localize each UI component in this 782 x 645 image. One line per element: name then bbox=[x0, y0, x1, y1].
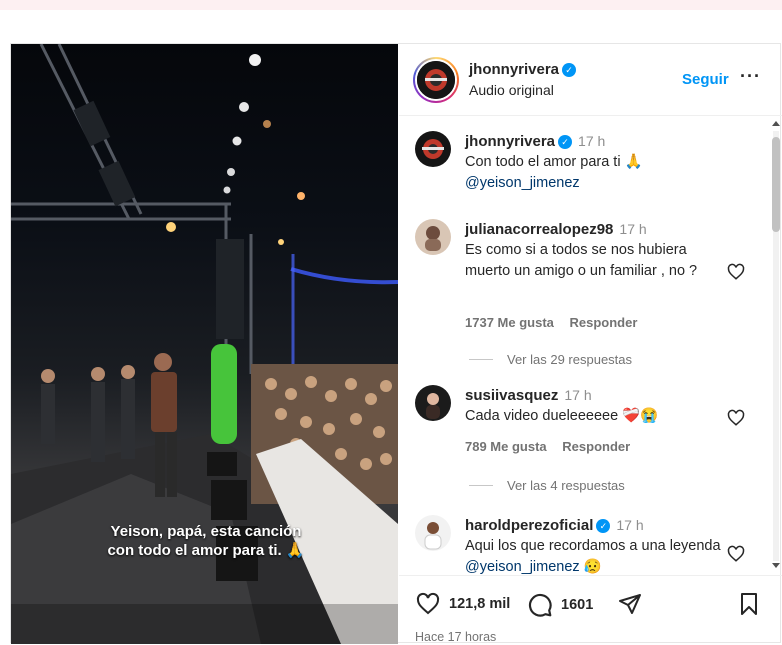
comment-body: julianacorrealopez98 17 h Es como si a to… bbox=[465, 219, 735, 282]
view-replies-button[interactable]: Ver las 4 respuestas bbox=[469, 478, 625, 493]
comment-meta: 1737 Me gusta Responder bbox=[465, 315, 649, 330]
comment-emoji: 😥 bbox=[583, 559, 602, 575]
scroll-thumb[interactable] bbox=[772, 137, 780, 232]
scroll-up-arrow-icon[interactable] bbox=[772, 121, 780, 126]
bookmark-icon bbox=[741, 593, 757, 615]
replies-divider bbox=[469, 485, 493, 486]
author-username[interactable]: jhonnyrivera bbox=[469, 61, 559, 78]
reply-button[interactable]: Responder bbox=[570, 315, 638, 330]
commenter-username[interactable]: susiivasquez bbox=[465, 387, 558, 404]
comment-time: 17 h bbox=[616, 517, 644, 533]
paper-plane-icon bbox=[619, 594, 641, 614]
verified-badge-icon: ✓ bbox=[562, 63, 577, 77]
instagram-post-modal: Yeison, papá, esta canción con todo el a… bbox=[10, 43, 782, 644]
commenter-username[interactable]: julianacorrealopez98 bbox=[465, 221, 613, 238]
like-comment-heart-icon[interactable] bbox=[727, 545, 745, 563]
like-comment-heart-icon[interactable] bbox=[727, 409, 745, 427]
comment-time: 17 h bbox=[619, 221, 647, 237]
mention-link[interactable]: @yeison_jimenez bbox=[465, 559, 580, 575]
audio-original-link[interactable]: Audio original bbox=[469, 82, 554, 98]
comment-body: susiivasquez 17 h Cada video dueleeeeee ❤… bbox=[465, 385, 735, 427]
commenter-avatar[interactable] bbox=[415, 219, 451, 255]
comment-count: 1601 bbox=[561, 597, 594, 613]
comments-scrollbar[interactable] bbox=[770, 117, 782, 575]
like-comment-heart-icon[interactable] bbox=[727, 263, 745, 281]
comment-time: 17 h bbox=[578, 133, 606, 149]
caption-line-1: Yeison, papá, esta canción bbox=[110, 523, 302, 540]
commenter-avatar[interactable] bbox=[415, 515, 451, 551]
verified-badge-icon: ✓ bbox=[558, 135, 573, 149]
comment-body: jhonnyrivera ✓ 17 h Con todo el amor para … bbox=[465, 131, 735, 194]
post-video[interactable]: Yeison, papá, esta canción con todo el a… bbox=[11, 44, 398, 644]
comment-text-part: Aqui los que recordamos a una leyenda bbox=[465, 538, 721, 554]
comment-body: haroldperezoficial ✓ 17 h Aqui los que rec… bbox=[465, 515, 735, 575]
comment-likes[interactable]: 1737 Me gusta bbox=[465, 315, 554, 330]
comment-text: Cada video dueleeeeee ❤️‍🩹😭 bbox=[465, 408, 659, 424]
post-timestamp: Hace 17 horas bbox=[415, 630, 497, 644]
commenter-username[interactable]: jhonnyrivera bbox=[465, 133, 555, 150]
stage-lights bbox=[166, 54, 305, 245]
browser-top-strip bbox=[0, 0, 782, 10]
follow-button[interactable]: Seguir bbox=[682, 71, 729, 88]
comment-time: 17 h bbox=[564, 387, 592, 403]
post-header: jhonnyrivera ✓ Audio original Seguir ··· bbox=[399, 44, 782, 116]
share-button[interactable] bbox=[617, 592, 643, 616]
view-replies-label: Ver las 29 respuestas bbox=[507, 352, 633, 367]
commenter-username[interactable]: haroldperezoficial bbox=[465, 517, 593, 534]
save-button[interactable] bbox=[738, 592, 760, 616]
verified-badge-icon: ✓ bbox=[596, 519, 611, 533]
commenter-avatar[interactable] bbox=[415, 131, 451, 167]
caption-line-2: con todo el amor para ti. 🙏 bbox=[107, 542, 305, 559]
comment-button[interactable]: 1601 bbox=[527, 592, 593, 618]
replies-divider bbox=[469, 359, 493, 360]
mention-link[interactable]: @yeison_jimenez bbox=[465, 173, 735, 194]
comment-text: Con todo el amor para ti 🙏 bbox=[465, 154, 643, 170]
comment-bubble-icon bbox=[528, 593, 552, 617]
like-count: 121,8 mil bbox=[449, 596, 511, 612]
author-avatar-image bbox=[417, 61, 455, 99]
comment-meta: 789 Me gusta Responder bbox=[465, 439, 642, 454]
post-side-panel: jhonnyrivera ✓ Audio original Seguir ··· … bbox=[399, 44, 782, 644]
author-avatar[interactable] bbox=[413, 57, 459, 103]
comment-text: Aqui los que recordamos a una leyenda @y… bbox=[465, 536, 735, 575]
commenter-avatar[interactable] bbox=[415, 385, 451, 421]
video-caption: Yeison, papá, esta canción con todo el a… bbox=[81, 522, 331, 560]
comments-list: jhonnyrivera ✓ 17 h Con todo el amor para … bbox=[399, 117, 782, 575]
view-replies-label: Ver las 4 respuestas bbox=[507, 478, 625, 493]
comment-text: Es como si a todos se nos hubiera muerto… bbox=[465, 242, 698, 279]
author-name-row: jhonnyrivera ✓ bbox=[469, 61, 577, 79]
more-options-icon[interactable]: ··· bbox=[740, 66, 761, 87]
view-replies-button[interactable]: Ver las 29 respuestas bbox=[469, 352, 632, 367]
like-button[interactable]: 121,8 mil bbox=[415, 592, 510, 616]
comment-likes[interactable]: 789 Me gusta bbox=[465, 439, 547, 454]
heart-icon bbox=[416, 592, 440, 615]
reply-button[interactable]: Responder bbox=[562, 439, 630, 454]
scroll-down-arrow-icon[interactable] bbox=[772, 563, 780, 568]
post-actions-bar: 121,8 mil 1601 Hace 17 horas bbox=[399, 575, 782, 644]
